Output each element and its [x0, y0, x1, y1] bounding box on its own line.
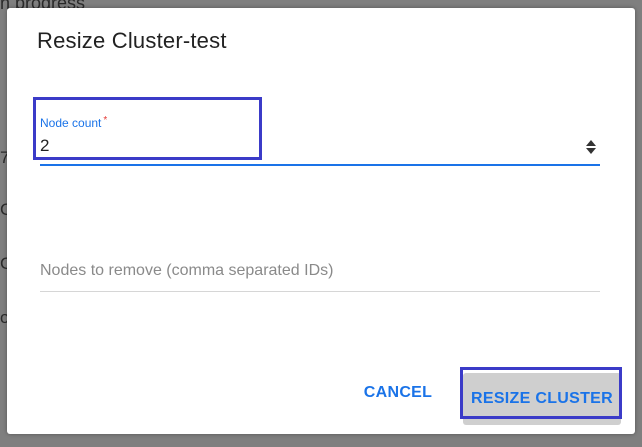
cancel-button[interactable]: CANCEL — [363, 383, 433, 403]
node-count-stepper[interactable] — [584, 138, 598, 156]
node-count-underline — [40, 164, 600, 166]
nodes-to-remove-field — [40, 258, 600, 293]
stepper-up-icon[interactable] — [586, 140, 596, 146]
stepper-down-icon[interactable] — [586, 148, 596, 154]
dialog-title: Resize Cluster-test — [37, 28, 227, 53]
nodes-to-remove-underline — [40, 291, 600, 292]
nodes-to-remove-input[interactable] — [40, 262, 598, 280]
resize-cluster-button[interactable]: RESIZE CLUSTER — [463, 373, 621, 425]
node-count-highlight-box — [33, 97, 262, 160]
resize-cluster-dialog: Resize Cluster-test Node count * — [7, 8, 635, 434]
